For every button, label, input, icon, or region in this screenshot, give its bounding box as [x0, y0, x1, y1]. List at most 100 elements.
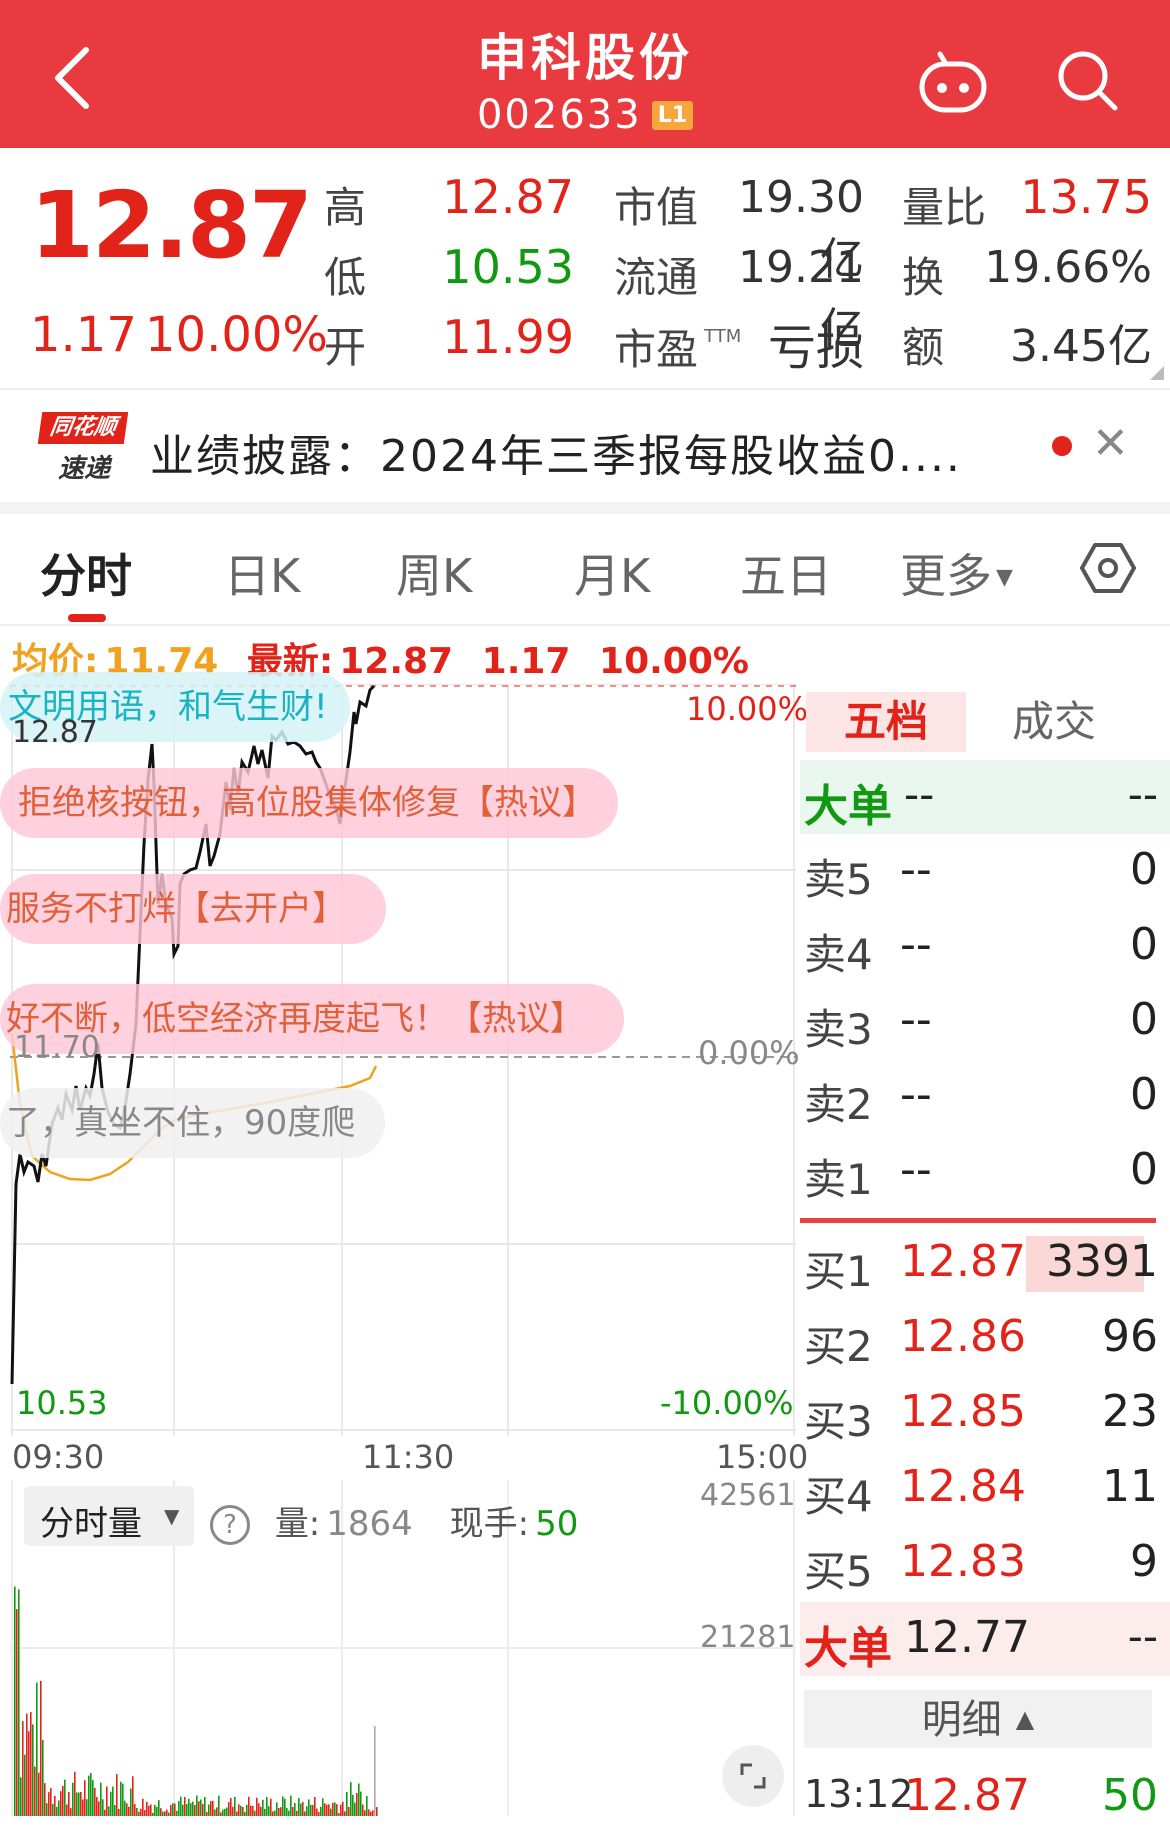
volume-bar: [140, 1808, 142, 1816]
app-header: 申科股份 002633 L1: [0, 0, 1170, 148]
open-label: 开: [324, 323, 367, 372]
volume-bar: [106, 1786, 108, 1816]
help-icon[interactable]: ?: [210, 1505, 250, 1545]
volume-bars: [14, 1586, 378, 1816]
volume-bar: [312, 1805, 314, 1816]
volume-bar: [66, 1804, 68, 1816]
volume-bar: [212, 1800, 214, 1816]
volume-bar: [240, 1805, 242, 1816]
volume-bar: [242, 1807, 244, 1816]
volume-bar: [330, 1808, 332, 1816]
volume-bar: [230, 1798, 232, 1816]
volume-bar: [262, 1799, 264, 1816]
tab-five-day[interactable]: 五日: [740, 540, 832, 606]
volume-bar: [376, 1807, 378, 1816]
volume-bar: [224, 1808, 226, 1816]
volume-bar: [334, 1802, 336, 1816]
bid-row: 买5 12.83 9: [804, 1536, 1158, 1596]
mid-pct-label: 0.00%: [698, 1034, 800, 1072]
vol-ratio-value: 13.75: [1020, 170, 1152, 224]
robot-icon[interactable]: [918, 50, 988, 114]
volume-bar: [352, 1794, 354, 1816]
volume-bar: [154, 1804, 156, 1816]
volume-bar: [364, 1810, 366, 1816]
tab-fenshi[interactable]: 分时: [40, 540, 132, 606]
volume-bar: [204, 1797, 206, 1816]
current-price: 12.87: [30, 172, 313, 279]
volume-bar: [94, 1787, 96, 1816]
volume-bar: [254, 1810, 256, 1816]
last-trade-row: 13:12 12.87 50: [804, 1770, 1158, 1821]
fullscreen-icon[interactable]: [722, 1745, 784, 1807]
volume-bar: [300, 1803, 302, 1816]
search-icon[interactable]: [1055, 48, 1119, 112]
volume-bar: [36, 1682, 38, 1816]
volume-bar: [350, 1782, 352, 1816]
volume-bar: [316, 1808, 318, 1816]
volume-bar: [238, 1804, 240, 1816]
volume-bar: [222, 1809, 224, 1816]
volume-bar: [82, 1799, 84, 1816]
bottom-price-label: 10.53: [16, 1384, 108, 1422]
tab-day-k[interactable]: 日K: [224, 540, 300, 606]
volume-bar: [188, 1798, 190, 1816]
volume-bar: [274, 1810, 276, 1816]
comment-bubble[interactable]: 拒绝核按钮，高位股集体修复【热议】: [0, 768, 618, 838]
volume-bar: [184, 1797, 186, 1816]
low-value: 10.53: [442, 240, 574, 294]
volume-bar: [150, 1804, 152, 1816]
volume-bar: [182, 1804, 184, 1816]
tab-week-k[interactable]: 周K: [396, 540, 472, 606]
volume-bar: [250, 1805, 252, 1816]
volume-bar: [236, 1811, 238, 1816]
volume-selector[interactable]: 分时量 ▼: [24, 1486, 194, 1546]
volume-bar: [168, 1812, 170, 1816]
volume-bar: [324, 1803, 326, 1816]
volume-bar: [208, 1804, 210, 1816]
turnover-value: 19.66%: [984, 242, 1152, 293]
volume-bar: [22, 1721, 24, 1816]
volume-bar: [90, 1772, 92, 1816]
ask-row: 卖2 -- 0: [804, 1069, 1158, 1129]
stock-code-row: 002633 L1: [0, 92, 1170, 138]
tab-more[interactable]: 更多 ▼: [900, 540, 1013, 606]
comment-bubble[interactable]: 服务不打烊【去开户】: [0, 874, 386, 944]
volume-bar: [96, 1797, 98, 1816]
volume-bar: [292, 1806, 294, 1816]
intraday-chart[interactable]: 文明用语，和气生财! 12.87 拒绝核按钮，高位股集体修复【热议】 服务不打烊…: [0, 672, 808, 1436]
tab-month-k[interactable]: 月K: [574, 540, 650, 606]
big-order-bottom: 大单 12.77 --: [800, 1602, 1170, 1676]
vol-ratio-label: 量比: [902, 183, 987, 232]
volume-bar: [122, 1783, 124, 1816]
volume-bar: [62, 1785, 64, 1816]
news-headline[interactable]: 业绩披露：2024年三季报每股收益0....: [150, 420, 962, 484]
volume-bar: [228, 1802, 230, 1816]
volume-bar: [174, 1803, 176, 1816]
volume-bar: [284, 1798, 286, 1816]
volume-bar: [108, 1806, 110, 1816]
volume-bar: [58, 1800, 60, 1816]
stock-code: 002633: [476, 92, 642, 138]
settings-icon[interactable]: [1080, 540, 1136, 596]
volume-bar: [44, 1783, 46, 1816]
bid-row: 买1 12.87 3391: [804, 1236, 1158, 1296]
volume-bar: [18, 1589, 20, 1816]
expand-corner-icon[interactable]: [1150, 366, 1164, 380]
tab-trades[interactable]: 成交: [1012, 692, 1122, 752]
tab-five-level[interactable]: 五档: [806, 692, 966, 752]
volume-bar: [100, 1782, 102, 1816]
volume-bar: [266, 1797, 268, 1816]
volume-bar: [20, 1777, 22, 1816]
volume-bar: [74, 1771, 76, 1816]
close-icon[interactable]: ✕: [1092, 418, 1129, 469]
dropdown-arrow-icon: ▼: [996, 565, 1013, 590]
detail-button[interactable]: 明细 ▲: [804, 1690, 1152, 1748]
comment-bubble[interactable]: 了，真坐不住，90度爬: [0, 1088, 386, 1158]
volume-bar: [14, 1586, 16, 1816]
volume-bar: [272, 1811, 274, 1816]
ask-row: 卖4 -- 0: [804, 919, 1158, 979]
volume-bar: [294, 1802, 296, 1816]
volume-bar: [256, 1797, 258, 1816]
latest-change-pct: 10.00%: [599, 641, 749, 682]
time-mid: 11:30: [362, 1438, 455, 1476]
